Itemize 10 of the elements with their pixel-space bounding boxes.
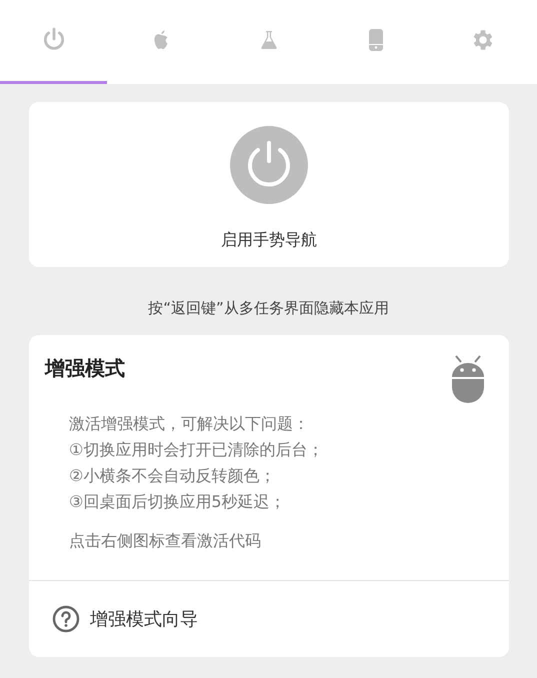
card-title: 增强模式 — [45, 355, 125, 382]
activation-hint: 点击右侧图标查看激活代码 — [69, 531, 262, 552]
gesture-label: 启用手势导航 — [221, 230, 317, 251]
guide-row[interactable]: 增强模式向导 — [29, 580, 509, 657]
android-icon[interactable] — [451, 353, 485, 403]
phone-icon — [368, 28, 384, 52]
help-icon — [52, 605, 80, 633]
description-text: 激活增强模式，可解决以下问题： ①切换应用时会打开已清除的后台； ②小横条不会自动反转颜色； ③回桌面后切换应用5秒延迟； — [68, 413, 324, 513]
hint-text: 按“返回键”从多任务界面隐藏本应用 — [147, 299, 390, 319]
guide-label: 增强模式向导 — [90, 608, 198, 631]
